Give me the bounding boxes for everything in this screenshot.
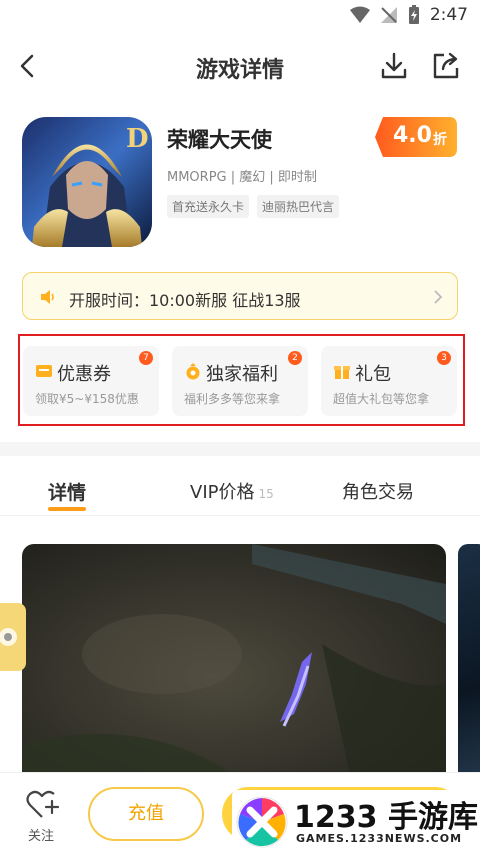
- detail-tabs: 详情 VIP价格 15 角色交易: [0, 470, 480, 516]
- game-screenshot[interactable]: [22, 544, 446, 784]
- no-signal-icon: [380, 7, 397, 23]
- discount-value: 4.0: [393, 123, 432, 148]
- exclusive-welfare-card[interactable]: 独家福利 福利多多等您来拿 2: [172, 346, 308, 416]
- section-divider: [0, 442, 480, 456]
- bag-icon: [186, 363, 200, 380]
- watermark-url: GAMES.1233NEWS.COM: [296, 832, 463, 845]
- game-tag: 迪丽热巴代言: [257, 195, 340, 218]
- battery-charging-icon: [408, 5, 419, 24]
- coupon-subtitle: 领取¥5~¥158优惠: [35, 392, 139, 406]
- status-bar: 2:47: [0, 0, 480, 32]
- download-icon[interactable]: [378, 50, 410, 82]
- discount-unit: 折: [433, 132, 447, 148]
- gift-pack-subtitle: 超值大礼包等您拿: [333, 392, 430, 406]
- tab-vip-price-count: 15: [258, 487, 274, 501]
- server-open-text: 开服时间：10:00新服 征战13服: [69, 291, 301, 310]
- gift-count-badge: 3: [437, 351, 451, 365]
- exclusive-welfare-title: 独家福利: [206, 364, 278, 385]
- floating-side-tab[interactable]: [0, 603, 26, 671]
- game-meta: MMORPG | 魔幻 | 即时制: [167, 170, 317, 185]
- gift-pack-title: 礼包: [355, 364, 391, 385]
- exclusive-welfare-subtitle: 福利多多等您来拿: [184, 392, 281, 406]
- watermark-logo: [236, 796, 288, 848]
- status-time: 2:47: [429, 5, 468, 25]
- coupon-title: 优惠券: [57, 364, 111, 385]
- recharge-button[interactable]: 充值: [88, 787, 204, 841]
- tab-vip-price[interactable]: VIP价格 15: [190, 478, 274, 504]
- gift-icon: [334, 366, 350, 379]
- heart-plus-icon[interactable]: [26, 789, 62, 821]
- gift-pack-card[interactable]: 礼包 超值大礼包等您拿 3: [321, 346, 457, 416]
- welfare-count-badge: 2: [288, 351, 302, 365]
- active-tab-indicator: [48, 507, 87, 511]
- coupon-card[interactable]: 优惠券 领取¥5~¥158优惠 7: [23, 346, 159, 416]
- coupon-icon: [36, 365, 52, 377]
- chevron-right-icon: [434, 290, 443, 304]
- game-tag: 首充送永久卡: [167, 195, 250, 218]
- tab-role-trade[interactable]: 角色交易: [342, 478, 414, 504]
- game-name: 荣耀大天使: [167, 128, 272, 152]
- game-screenshot-next[interactable]: [458, 544, 480, 784]
- share-icon[interactable]: [430, 50, 462, 82]
- tab-details-label: 详情: [48, 482, 87, 504]
- watermark: 1233 手游库 GAMES.1233NEWS.COM: [232, 790, 480, 850]
- coupon-count-badge: 7: [139, 351, 153, 365]
- watermark-brand: 1233 手游库: [294, 800, 478, 835]
- nav-bar: 游戏详情: [0, 40, 480, 92]
- tab-vip-price-label: VIP价格: [190, 482, 255, 503]
- status-icons: 2:47: [349, 5, 468, 25]
- server-open-banner[interactable]: 开服时间：10:00新服 征战13服: [22, 272, 458, 320]
- discount-badge: 4.0 折: [375, 117, 457, 157]
- svg-text:D: D: [126, 124, 149, 154]
- follow-label[interactable]: 关注: [28, 825, 54, 844]
- speaker-icon: [41, 290, 54, 304]
- wifi-icon: [349, 6, 370, 23]
- tab-details[interactable]: 详情: [48, 478, 87, 511]
- tab-role-trade-label: 角色交易: [342, 482, 414, 503]
- game-icon-image: D: [22, 117, 152, 247]
- game-tags: 首充送永久卡 迪丽热巴代言: [167, 195, 340, 218]
